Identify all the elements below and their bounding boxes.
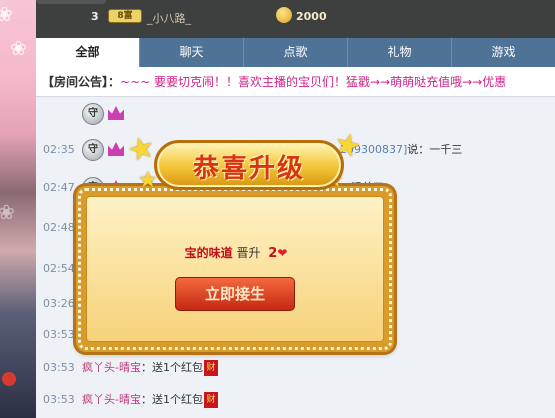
promote-text: 晋升 [236, 246, 261, 260]
blossom-decoration: ❀ [10, 36, 27, 60]
toggle-tab[interactable] [36, 0, 106, 4]
coin-balance: 2000 [296, 10, 327, 23]
heart-icon: ❤ [277, 246, 288, 260]
guard-shield-icon: 守 [82, 139, 104, 161]
chat-time: 02:48 [43, 221, 75, 234]
video-decoration [2, 372, 16, 386]
tab-games[interactable]: 游戏 [451, 38, 555, 67]
dialog-body: 宝的味道 晋升 2❤ 立即接生 [86, 196, 384, 342]
blossom-decoration: ❀ [0, 2, 13, 26]
red-packet-icon[interactable]: 财 [203, 360, 218, 376]
guard-shield-icon: 守 [82, 103, 104, 125]
username[interactable]: _小八路_ [147, 10, 191, 26]
crown-icon [108, 142, 124, 156]
tab-gifts[interactable]: 礼物 [347, 38, 451, 67]
chat-row: 03:53 疯丫头-晴宝：送1个红包财 [36, 387, 555, 413]
announcement-label: 【房间公告】： [42, 75, 121, 89]
level-up-dialog: 宝的味道 晋升 2❤ 立即接生 [76, 186, 394, 352]
chat-time: 02:35 [43, 143, 75, 156]
chat-username[interactable]: 疯丫头-晴宝 [82, 361, 141, 374]
red-packet-icon[interactable]: 财 [203, 392, 218, 408]
gift-text: 送1个红包 [151, 393, 203, 406]
chat-time: 03:53 [43, 328, 75, 341]
tab-song-request[interactable]: 点歌 [243, 38, 347, 67]
chat-row: 03:53 疯丫头-晴宝：送1个红包财 [36, 355, 555, 381]
room-announcement: 【房间公告】：~~~ 要要切克闹！！喜欢主播的宝贝们！猛戳→→萌萌哒充值哦→→优… [36, 67, 555, 97]
chat-time: 03:53 [43, 361, 75, 374]
coin-icon [276, 7, 292, 23]
new-level: 2 [268, 246, 278, 261]
chat-time: 02:47 [43, 181, 75, 194]
chat-time: 03:26 [43, 297, 75, 310]
chat-tabs: 全部 聊天 点歌 礼物 游戏 [36, 38, 555, 67]
upgraded-user: 宝的味道 [184, 246, 233, 260]
user-info-bar: 3 8富 _小八路_ 2000 [36, 0, 555, 38]
crown-icon [108, 106, 124, 120]
chat-text: 说：一千三 [407, 143, 463, 156]
chat-message: 疯丫头-晴宝：送1个红包财 [82, 387, 218, 413]
level-up-message: 宝的味道 晋升 2❤ [87, 244, 385, 261]
tab-all[interactable]: 全部 [36, 38, 139, 67]
level-up-banner: ★ ★ ★ ★ 恭喜升级 [124, 125, 365, 198]
chat-row: 守 [36, 101, 555, 127]
chat-time: 02:54 [43, 262, 75, 275]
live-video-preview: ❀ ❀ ❀ [0, 0, 36, 418]
wealth-badge: 8富 [108, 9, 142, 23]
banner-title: 恭喜升级 [192, 154, 305, 184]
blossom-decoration: ❀ [0, 200, 15, 224]
chat-message: 疯丫头-晴宝：送1个红包财 [82, 355, 218, 381]
chat-username[interactable]: 疯丫头-晴宝 [82, 393, 141, 406]
chat-time: 03:53 [43, 393, 75, 406]
announcement-text: ~~~ 要要切克闹！！喜欢主播的宝贝们！猛戳→→萌萌哒充值哦→→优惠 [120, 75, 507, 89]
gift-text: 送1个红包 [151, 361, 203, 374]
tab-chat[interactable]: 聊天 [139, 38, 243, 67]
user-rank: 3 [91, 10, 99, 23]
accept-button[interactable]: 立即接生 [175, 277, 295, 311]
